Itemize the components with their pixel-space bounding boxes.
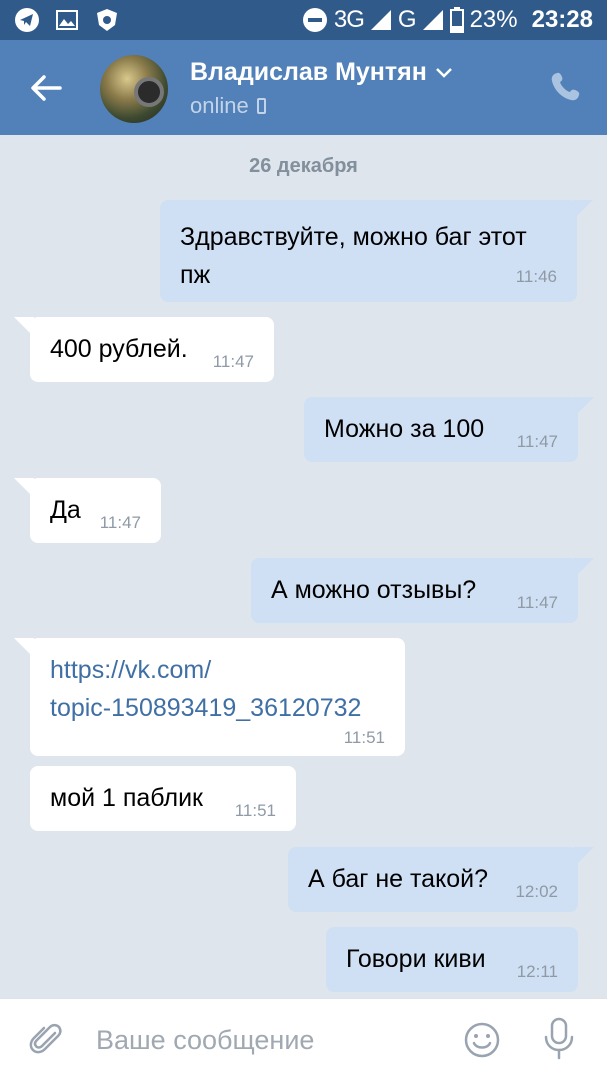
message-text: Можно за 100 [324, 415, 485, 443]
status-bar: 3G G 23% 23:28 [0, 0, 607, 40]
network-type: 3G [333, 6, 365, 33]
chat-header: Владислав Мунтян online [0, 40, 607, 135]
clock: 23:28 [531, 6, 593, 33]
link-line: topic-150893419_36120732 [50, 694, 362, 722]
bubble-tail [14, 478, 34, 498]
message-link[interactable]: https://vk.com/ topic-150893419_36120732 [50, 651, 361, 727]
shield-icon [97, 9, 117, 31]
composer-bar [0, 998, 607, 1080]
status-text: online [190, 93, 249, 118]
message-time: 12:02 [515, 882, 558, 901]
phone-icon[interactable] [549, 70, 583, 104]
network-type-2: G [397, 6, 417, 33]
gallery-icon [56, 10, 78, 30]
message-time: 11:47 [99, 513, 141, 532]
mobile-icon [256, 98, 266, 114]
contact-name-button[interactable]: Владислав Мунтян [190, 58, 453, 87]
message-time: 11:47 [516, 593, 558, 612]
do-not-disturb-icon [302, 8, 327, 32]
message-text: Здравствуйте, можно баг этот пж [180, 218, 527, 294]
back-arrow-icon[interactable] [28, 70, 64, 106]
message-input[interactable] [96, 1017, 436, 1063]
message-incoming[interactable]: 400 рублей. 11:47 [14, 317, 274, 382]
message-time: 11:51 [343, 728, 385, 747]
message-time: 11:47 [212, 352, 254, 371]
signal-icon-2 [422, 10, 443, 30]
message-text: Говори киви [346, 945, 486, 973]
message-time: 11:51 [234, 801, 276, 820]
message-line: пж [180, 261, 211, 289]
message-line: Здравствуйте, можно баг этот [180, 223, 527, 251]
date-separator: 26 декабря [249, 155, 358, 177]
message-incoming[interactable]: Да 11:47 [14, 478, 161, 543]
signal-icon [370, 10, 391, 30]
message-outgoing[interactable]: А баг не такой? 12:02 [288, 847, 594, 912]
avatar[interactable] [100, 55, 168, 123]
bubble-tail [573, 200, 593, 220]
message-text: 400 рублей. [50, 335, 188, 363]
message-outgoing[interactable]: Здравствуйте, можно баг этот пж 11:46 [160, 200, 593, 302]
bubble-tail [574, 847, 594, 867]
bubble-tail [574, 558, 594, 578]
message-outgoing[interactable]: Можно за 100 11:47 [304, 397, 594, 462]
microphone-icon[interactable] [540, 1017, 578, 1061]
bubble-tail [14, 317, 34, 337]
message-text: А баг не такой? [308, 865, 489, 893]
message-text: мой 1 паблик [50, 784, 203, 812]
message-outgoing[interactable]: А можно отзывы? 11:47 [251, 558, 594, 623]
message-time: 11:46 [515, 267, 557, 286]
battery-icon [449, 7, 464, 33]
link-line: https://vk.com/ [50, 656, 212, 684]
message-text: Да [50, 496, 81, 524]
message-time: 11:47 [516, 432, 558, 451]
battery-level: 23% [469, 6, 518, 33]
message-time: 12:11 [516, 962, 558, 981]
message-list[interactable]: 26 декабря Здравствуйте, можно баг этот … [0, 135, 607, 998]
message-outgoing[interactable]: Говори киви 12:11 [326, 927, 578, 992]
contact-name: Владислав Мунтян [190, 58, 427, 86]
message-incoming[interactable]: https://vk.com/ topic-150893419_36120732… [14, 638, 405, 756]
telegram-icon [15, 8, 39, 32]
bubble-tail [574, 397, 594, 417]
bubble-tail [14, 638, 34, 658]
paperclip-icon[interactable] [28, 1021, 66, 1059]
message-incoming[interactable]: мой 1 паблик 11:51 [30, 766, 296, 831]
message-text: А можно отзывы? [271, 576, 477, 604]
emoji-icon[interactable] [463, 1021, 501, 1059]
chevron-down-icon [435, 67, 452, 78]
contact-status: online [190, 93, 266, 119]
